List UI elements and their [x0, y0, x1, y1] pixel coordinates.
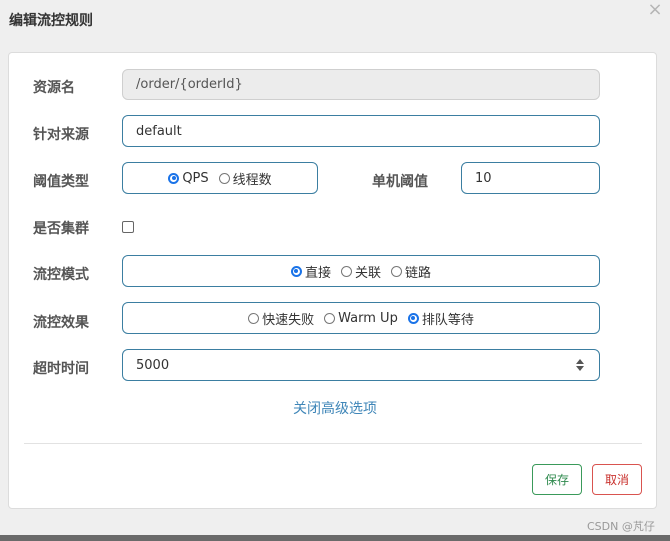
toggle-advanced-link[interactable]: 关闭高级选项 — [0, 398, 670, 418]
cancel-button[interactable]: 取消 — [592, 464, 642, 495]
flow-mode-chain-radio[interactable]: 链路 — [391, 262, 431, 281]
save-button[interactable]: 保存 — [532, 464, 582, 495]
single-threshold-label: 单机阈值 — [372, 174, 428, 190]
timeout-value: 5000 — [136, 357, 170, 373]
flow-mode-chain-label: 链路 — [405, 265, 432, 281]
radio-unselected-icon — [218, 172, 230, 184]
limit-app-input[interactable]: default — [122, 115, 600, 147]
radio-unselected-icon — [248, 312, 260, 324]
watermark: CSDN @芃仔 — [587, 520, 655, 533]
radio-unselected-icon — [391, 265, 402, 277]
radio-selected-icon — [168, 172, 180, 184]
cluster-checkbox[interactable] — [122, 221, 134, 233]
resource-name-value: /order/{orderId} — [136, 77, 243, 92]
cluster-label: 是否集群 — [33, 221, 89, 237]
threshold-type-thread-label: 线程数 — [232, 172, 272, 188]
threshold-type-qps-radio[interactable]: QPS — [168, 170, 209, 186]
threshold-type-group: QPS 线程数 — [122, 162, 318, 194]
behavior-warm-up-radio[interactable]: Warm Up — [324, 311, 398, 326]
timeout-label: 超时时间 — [33, 361, 89, 377]
control-behavior-label: 流控效果 — [33, 315, 89, 331]
dialog-title: 编辑流控规则 — [9, 13, 93, 29]
resource-name-input: /order/{orderId} — [122, 69, 600, 100]
radio-selected-icon — [290, 265, 302, 277]
behavior-queue-radio[interactable]: 排队等待 — [407, 309, 474, 328]
radio-unselected-icon — [340, 265, 352, 277]
single-threshold-input[interactable]: 10 — [461, 162, 600, 194]
threshold-type-thread-radio[interactable]: 线程数 — [218, 169, 272, 188]
close-icon[interactable]: × — [646, 0, 664, 20]
behavior-fast-fail-label: 快速失败 — [262, 312, 315, 328]
threshold-type-label: 阈值类型 — [33, 174, 89, 190]
radio-selected-icon — [407, 312, 419, 324]
limit-app-label: 针对来源 — [33, 127, 89, 143]
flow-mode-direct-radio[interactable]: 直接 — [290, 262, 331, 281]
flow-mode-relate-radio[interactable]: 关联 — [340, 262, 381, 281]
radio-unselected-icon — [324, 312, 336, 324]
flow-mode-label: 流控模式 — [33, 267, 89, 283]
single-threshold-value: 10 — [475, 170, 492, 186]
behavior-warm-up-label: Warm Up — [338, 310, 398, 326]
control-behavior-group: 快速失败 Warm Up 排队等待 — [122, 302, 600, 334]
limit-app-value: default — [136, 123, 182, 139]
bottom-bar — [0, 535, 670, 541]
behavior-queue-label: 排队等待 — [421, 312, 474, 328]
flow-mode-relate-label: 关联 — [354, 265, 381, 281]
divider — [24, 443, 642, 444]
timeout-input[interactable]: 5000 — [122, 349, 600, 381]
number-spinner-icon[interactable] — [575, 359, 585, 371]
behavior-fast-fail-radio[interactable]: 快速失败 — [248, 309, 314, 328]
resource-name-label: 资源名 — [33, 80, 75, 96]
flow-mode-group: 直接 关联 链路 — [122, 255, 600, 287]
flow-mode-direct-label: 直接 — [304, 265, 331, 281]
threshold-type-qps-label: QPS — [182, 170, 209, 186]
